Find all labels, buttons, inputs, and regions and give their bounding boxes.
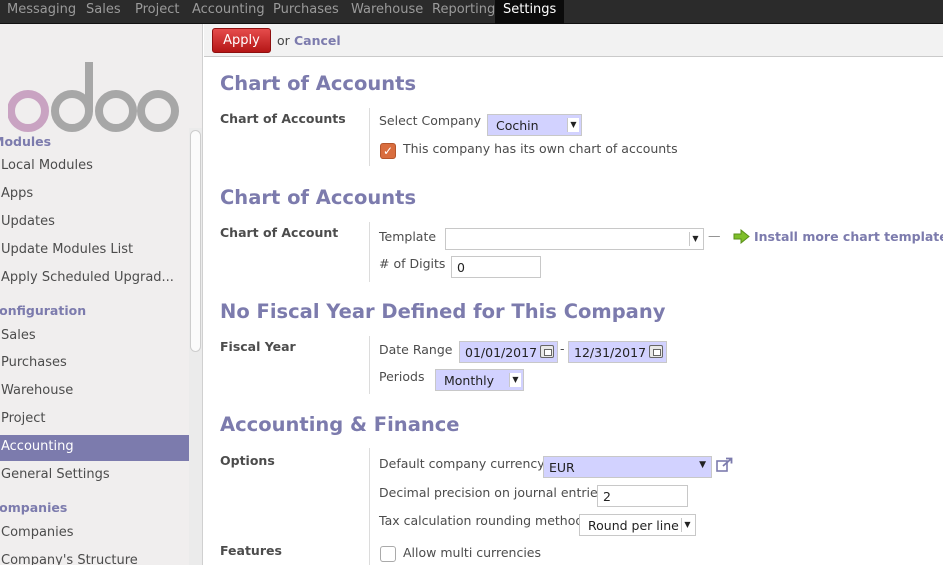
top-menu-bar: Messaging Sales Project Accounting Purch… <box>0 0 943 24</box>
own-chart-checkbox[interactable]: ✓ <box>380 143 396 159</box>
sidebar-item-apply-scheduled-upgrades[interactable]: Apply Scheduled Upgrad... <box>0 266 189 292</box>
date-from-value: 01/01/2017 <box>465 345 538 360</box>
external-link-icon[interactable] <box>716 457 733 472</box>
sidebar-item-project[interactable]: Project <box>0 407 189 433</box>
date-to-input[interactable]: 12/31/2017 <box>568 341 667 363</box>
sidebar-item-purchases[interactable]: Purchases <box>0 351 189 377</box>
chart-of-account-label: Chart of Account <box>220 225 339 240</box>
digits-input[interactable]: 0 <box>451 256 541 278</box>
date-separator: - <box>560 341 565 356</box>
section-heading-company: Chart of Accounts <box>220 72 417 95</box>
menu-warehouse[interactable]: Warehouse <box>351 0 423 24</box>
chart-of-accounts-label: Chart of Accounts <box>220 111 346 126</box>
menu-settings[interactable]: Settings <box>495 0 565 24</box>
install-chart-templates-link[interactable]: Install more chart templates <box>754 229 943 244</box>
field-divider <box>369 448 370 565</box>
or-text: or <box>277 33 290 48</box>
arrow-right-icon[interactable] <box>733 229 750 244</box>
sidebar-item-accounting[interactable]: Accounting <box>0 435 189 461</box>
sidebar: Modules Local Modules Apps Updates Updat… <box>0 24 203 565</box>
field-divider <box>369 108 370 166</box>
periods-dropdown[interactable]: Monthly ▼ <box>435 369 524 391</box>
section-heading-fiscal: No Fiscal Year Defined for This Company <box>220 300 666 323</box>
apply-button[interactable]: Apply <box>212 28 271 53</box>
chevron-down-icon: ▼ <box>681 518 693 532</box>
menu-reporting[interactable]: Reporting <box>432 0 495 24</box>
separator-dash: — <box>708 228 721 243</box>
chevron-down-icon: ▼ <box>567 118 579 132</box>
sidebar-item-warehouse[interactable]: Warehouse <box>0 379 189 405</box>
sidebar-scroll-thumb[interactable] <box>190 130 201 352</box>
sidebar-section-configuration: Configuration <box>0 303 87 318</box>
select-company-dropdown[interactable]: Cochin ▼ <box>487 114 582 136</box>
sidebar-item-company-structure[interactable]: Company's Structure <box>0 549 189 565</box>
rounding-method-dropdown[interactable]: Round per line ▼ <box>579 514 696 536</box>
odoo-logo[interactable] <box>8 54 180 134</box>
calendar-icon[interactable] <box>649 345 663 358</box>
sidebar-item-sales[interactable]: Sales <box>0 324 189 350</box>
periods-label: Periods <box>379 369 425 384</box>
menu-messaging[interactable]: Messaging <box>7 0 76 24</box>
sidebar-section-modules: Modules <box>0 134 52 149</box>
own-chart-label: This company has its own chart of accoun… <box>403 141 678 156</box>
multi-currency-checkbox[interactable] <box>380 546 396 562</box>
menu-accounting[interactable]: Accounting <box>192 0 265 24</box>
sidebar-item-updates[interactable]: Updates <box>0 210 189 236</box>
section-heading-chart: Chart of Accounts <box>220 186 417 209</box>
options-label: Options <box>220 453 275 468</box>
date-from-input[interactable]: 01/01/2017 <box>459 341 558 363</box>
cancel-link[interactable]: Cancel <box>294 33 341 48</box>
chevron-down-icon: ▼ <box>699 460 706 470</box>
select-company-value: Cochin <box>496 118 539 133</box>
field-divider <box>369 336 370 394</box>
calendar-icon[interactable] <box>540 345 554 358</box>
menu-sales[interactable]: Sales <box>86 0 121 24</box>
chevron-down-icon: ▼ <box>689 232 701 246</box>
sidebar-item-apps[interactable]: Apps <box>0 182 189 208</box>
sidebar-item-general-settings[interactable]: General Settings <box>0 463 189 489</box>
date-to-value: 12/31/2017 <box>574 345 647 360</box>
features-label: Features <box>220 543 282 558</box>
sidebar-section-companies: Companies <box>0 500 68 515</box>
section-heading-finance: Accounting & Finance <box>220 413 460 436</box>
select-company-label: Select Company <box>379 113 482 128</box>
currency-label: Default company currency <box>379 456 545 471</box>
periods-value: Monthly <box>444 373 495 388</box>
sidebar-item-companies[interactable]: Companies <box>0 521 189 547</box>
digits-label: # of Digits <box>379 256 446 271</box>
menu-project[interactable]: Project <box>135 0 179 24</box>
template-label: Template <box>379 229 437 244</box>
menu-purchases[interactable]: Purchases <box>273 0 339 24</box>
sidebar-item-update-modules-list[interactable]: Update Modules List <box>0 238 189 264</box>
field-divider <box>369 222 370 282</box>
chevron-down-icon: ▼ <box>509 373 521 387</box>
decimal-precision-input[interactable]: 2 <box>597 485 688 507</box>
template-dropdown[interactable]: ▼ <box>445 228 704 250</box>
action-bar: Apply or Cancel <box>204 24 943 57</box>
fiscal-year-label: Fiscal Year <box>220 339 296 354</box>
currency-dropdown[interactable]: EUR ▼ <box>543 456 712 478</box>
date-range-label: Date Range <box>379 342 453 357</box>
multi-currency-label: Allow multi currencies <box>403 545 542 560</box>
rounding-method-value: Round per line <box>588 518 679 533</box>
sidebar-item-local-modules[interactable]: Local Modules <box>0 154 189 180</box>
currency-value: EUR <box>549 460 575 475</box>
decimal-precision-label: Decimal precision on journal entries <box>379 485 605 500</box>
rounding-method-label: Tax calculation rounding method <box>379 513 584 528</box>
